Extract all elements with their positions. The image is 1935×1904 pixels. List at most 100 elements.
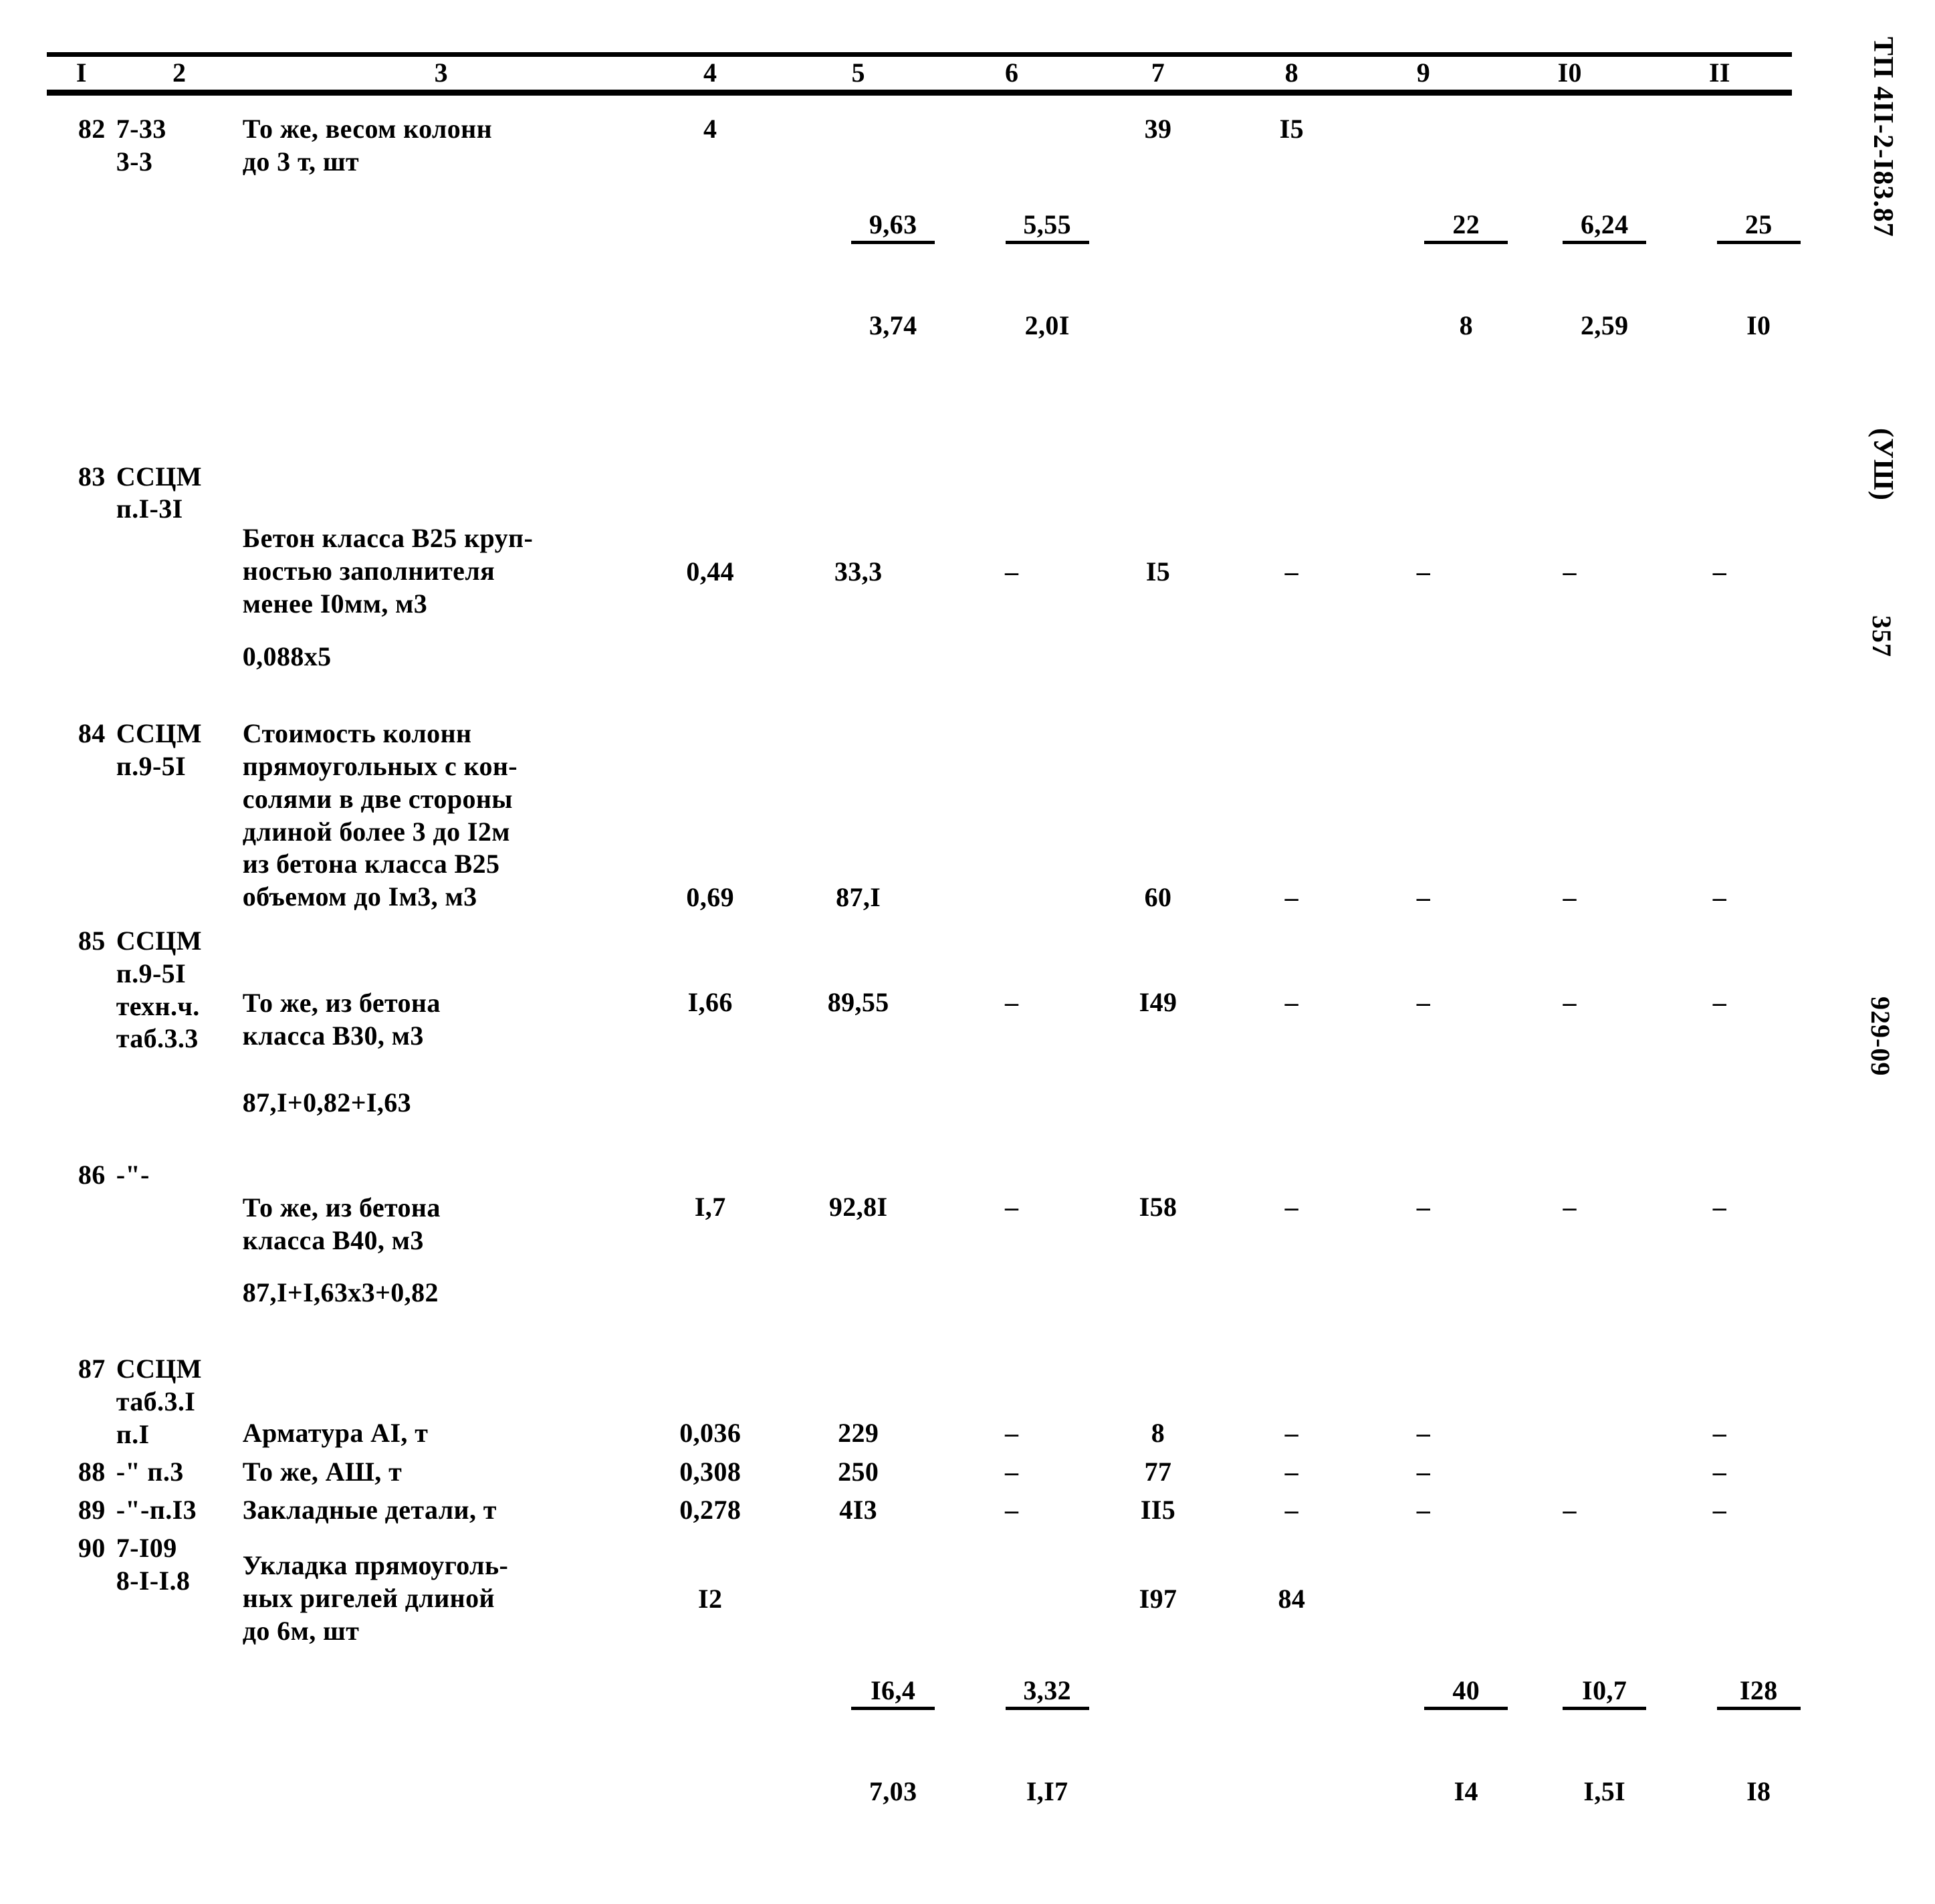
row-description-main: Бетон класса В25 круп- ностью заполнител… bbox=[242, 523, 534, 619]
row-col11: – bbox=[1712, 1495, 1727, 1525]
row-col11: – bbox=[1712, 1418, 1727, 1449]
row-col11-top: I28 bbox=[1716, 1675, 1801, 1711]
row-col6: – bbox=[1005, 1495, 1019, 1525]
row-spacer bbox=[47, 1342, 1792, 1353]
column-header-6: 6 bbox=[1005, 58, 1019, 88]
row-col8: – bbox=[1284, 1495, 1299, 1525]
column-header-9: 9 bbox=[1416, 58, 1431, 88]
row-col10: – bbox=[1563, 1192, 1577, 1223]
row-code: -"- bbox=[116, 1160, 150, 1190]
row-col10 bbox=[1492, 1353, 1647, 1451]
row-quantity: 0,44 bbox=[686, 556, 735, 587]
row-col8: – bbox=[1284, 556, 1299, 587]
row-col6: – bbox=[1005, 1418, 1019, 1449]
row-code: ССЦМ п.9-5I bbox=[116, 718, 202, 782]
row-code: ССЦМ таб.3.I п.I bbox=[116, 1354, 202, 1449]
row-col5: 89,55 bbox=[827, 987, 889, 1018]
table-row: 83 ССЦМ п.I-3I Бетон класса В25 круп- но… bbox=[47, 461, 1792, 706]
column-header-3: 3 bbox=[434, 58, 449, 88]
row-col11: – bbox=[1712, 882, 1727, 913]
row-col7: 77 bbox=[1144, 1457, 1172, 1487]
row-col11-top: 25 bbox=[1716, 209, 1801, 245]
row-number: 84 bbox=[78, 718, 106, 749]
row-col6: – bbox=[1005, 1192, 1019, 1223]
table-body: 82 7-33 3-3 То же, весом колонн до 3 т, … bbox=[47, 113, 1801, 1904]
row-col6: – bbox=[1005, 987, 1019, 1018]
row-col8: – bbox=[1284, 1457, 1299, 1487]
row-quantity: 0,036 bbox=[679, 1418, 742, 1449]
row-col5: 250 bbox=[838, 1457, 879, 1487]
table-row: 82 7-33 3-3 То же, весом колонн до 3 т, … bbox=[47, 113, 1801, 438]
table-row: 88 -" п.3 То же, АШ, т 0,308 250 – 77 – … bbox=[47, 1456, 1792, 1489]
row-col5: 87,I bbox=[836, 882, 881, 913]
row-description: Стоимость колонн прямоугольных с кон- со… bbox=[242, 718, 518, 912]
row-col6: – bbox=[1005, 1457, 1019, 1487]
column-header-8: 8 bbox=[1284, 58, 1299, 88]
row-col6: – bbox=[1005, 556, 1019, 587]
row-col10: – bbox=[1563, 1495, 1577, 1525]
row-col8: 84 bbox=[1278, 1584, 1306, 1614]
row-number: 86 bbox=[78, 1160, 106, 1190]
row-col7: I49 bbox=[1139, 987, 1177, 1018]
row-number: 82 bbox=[78, 113, 106, 144]
column-header-1: I bbox=[76, 58, 87, 88]
table-header: I 2 3 4 5 6 7 8 9 I0 II bbox=[47, 57, 1792, 90]
row-description: То же, из бетона класса В40, м3 87,I+I,6… bbox=[243, 1159, 640, 1342]
row-description: То же, из бетона класса В30, м3 87,I+0,8… bbox=[243, 925, 640, 1152]
row-col5: 92,8I bbox=[828, 1192, 888, 1223]
row-col10-bot: I,5I bbox=[1583, 1776, 1626, 1806]
row-col7: II5 bbox=[1140, 1495, 1176, 1525]
row-col9: 22 8 bbox=[1355, 113, 1508, 438]
row-col11: – bbox=[1712, 556, 1727, 587]
row-col8: – bbox=[1284, 1192, 1299, 1223]
row-col7: I58 bbox=[1139, 1192, 1177, 1223]
row-col5-top: I6,4 bbox=[851, 1675, 935, 1711]
row-description: Арматура АI, т bbox=[242, 1418, 429, 1449]
row-quantity: 0,308 bbox=[679, 1457, 742, 1487]
margin-page-number: 357 bbox=[1867, 615, 1897, 657]
row-col10: – bbox=[1563, 556, 1577, 587]
margin-order-number: 929-09 bbox=[1865, 996, 1896, 1077]
row-spacer bbox=[47, 1451, 1792, 1456]
row-col9: – bbox=[1416, 1495, 1431, 1525]
column-header-2: 2 bbox=[173, 58, 187, 88]
row-col9: – bbox=[1416, 1192, 1431, 1223]
table-top-rule bbox=[47, 52, 1792, 57]
row-col6: 3,32 I,I7 bbox=[936, 1532, 1089, 1904]
row-description-main: То же, из бетона класса В40, м3 bbox=[242, 1192, 441, 1255]
row-number: 90 bbox=[78, 1533, 106, 1564]
row-col10: – bbox=[1563, 882, 1577, 913]
row-col5-bot: 3,74 bbox=[869, 310, 917, 340]
row-col9: – bbox=[1416, 1457, 1431, 1487]
row-quantity: I,66 bbox=[687, 987, 733, 1018]
row-col8: I5 bbox=[1279, 113, 1304, 144]
row-col8: – bbox=[1284, 1418, 1299, 1449]
table-row: 86 -"- То же, из бетона класса В40, м3 8… bbox=[47, 1159, 1792, 1342]
column-number-row: I 2 3 4 5 6 7 8 9 I0 II bbox=[47, 57, 1792, 90]
row-number: 89 bbox=[78, 1495, 106, 1525]
row-col11: – bbox=[1712, 987, 1727, 1018]
row-col9: 40 I4 bbox=[1355, 1532, 1508, 1904]
table-row: 84 ССЦМ п.9-5I Стоимость колонн прямоуго… bbox=[47, 718, 1792, 914]
row-col10 bbox=[1492, 1456, 1647, 1489]
row-spacer bbox=[47, 438, 1792, 461]
row-col7: I97 bbox=[1139, 1584, 1177, 1614]
row-code: ССЦМ п.9-5I техн.ч. таб.3.3 bbox=[116, 926, 202, 1054]
row-col6-top: 3,32 bbox=[1005, 1675, 1089, 1711]
row-number: 88 bbox=[78, 1457, 106, 1487]
row-quantity: 0,69 bbox=[686, 882, 735, 913]
row-col7: 39 bbox=[1144, 113, 1172, 144]
row-col11: 25 I0 bbox=[1647, 113, 1801, 438]
row-code: ССЦМ п.I-3I bbox=[116, 461, 202, 524]
row-description-extra: 0,088х5 bbox=[242, 641, 332, 671]
table-row: 87 ССЦМ таб.3.I п.I Арматура АI, т 0,036… bbox=[47, 1353, 1792, 1451]
row-col5: 229 bbox=[838, 1418, 879, 1449]
document-page: I 2 3 4 5 6 7 8 9 I0 II 82 7-33 3-3 То ж… bbox=[0, 0, 1935, 1806]
row-quantity: 4 bbox=[703, 113, 717, 144]
row-col7: I5 bbox=[1145, 556, 1171, 587]
table-row: 90 7-I09 8-I-I.8 Укладка прямоуголь- ных… bbox=[47, 1532, 1801, 1904]
row-col10: – bbox=[1563, 987, 1577, 1018]
column-header-11: II bbox=[1708, 58, 1730, 88]
row-description-extra: 87,I+0,82+I,63 bbox=[242, 1087, 412, 1118]
row-description-extra: 87,I+I,63х3+0,82 bbox=[242, 1277, 439, 1308]
